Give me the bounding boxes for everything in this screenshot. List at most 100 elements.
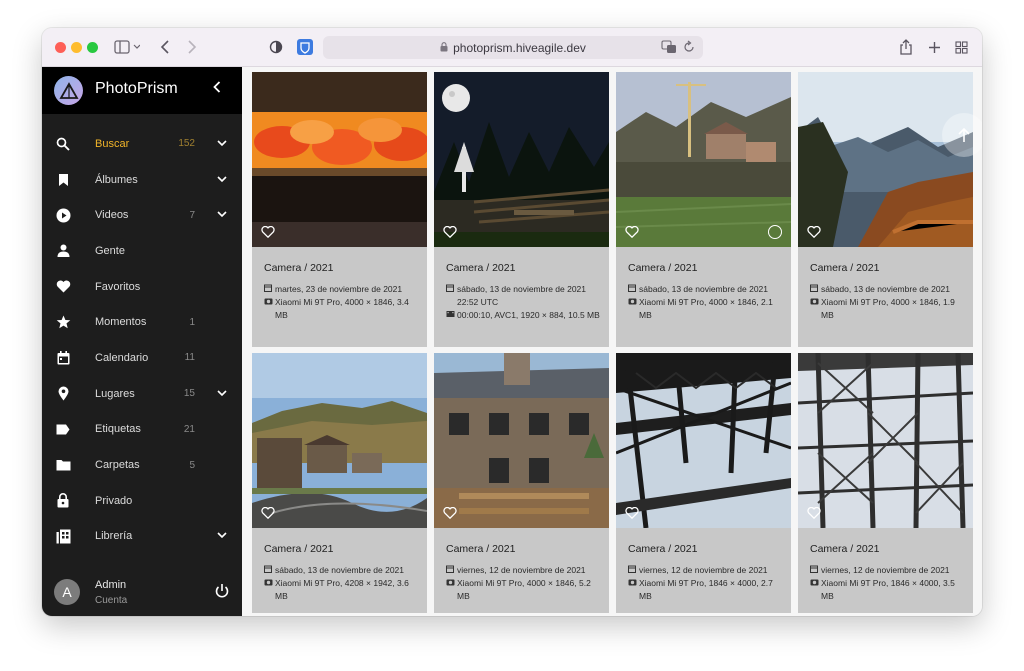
photo-title[interactable]: Camera / 2021 xyxy=(264,262,333,274)
avatar[interactable]: A xyxy=(54,579,80,605)
photo-meta: sábado, 13 de noviembre de 2021 22:52 UT… xyxy=(446,283,602,322)
collapse-sidebar-icon[interactable] xyxy=(212,80,222,99)
calendar-text: viernes, 12 de noviembre de 2021 xyxy=(821,565,950,575)
photo-title[interactable]: Camera / 2021 xyxy=(810,543,879,555)
photo-card[interactable]: Camera / 2021 viernes, 12 de noviembre de… xyxy=(616,353,791,613)
account-panel[interactable]: A Admin Cuenta xyxy=(42,567,242,616)
sidebar-item-label: Favoritos xyxy=(95,280,141,293)
select-circle-icon[interactable] xyxy=(768,225,782,239)
url-text: photoprism.hiveagile.dev xyxy=(453,40,586,55)
photo-thumbnail[interactable] xyxy=(434,72,609,247)
minimize-window-button[interactable] xyxy=(71,42,82,53)
photo-meta: viernes, 12 de noviembre de 2021 Xiaomi M… xyxy=(628,564,784,603)
calendar-icon xyxy=(446,564,457,577)
sidebar-item-label: Privado xyxy=(95,494,133,507)
account-link[interactable]: Cuenta xyxy=(95,595,127,606)
photo-meta: viernes, 12 de noviembre de 2021 Xiaomi M… xyxy=(446,564,602,603)
chevron-down-icon[interactable] xyxy=(217,388,227,400)
camera-icon xyxy=(628,577,639,603)
photoprism-logo-icon[interactable] xyxy=(54,76,83,105)
photo-card[interactable]: Camera / 2021 sábado, 13 de noviembre de … xyxy=(798,72,973,347)
sidebar-item-momentos[interactable]: Momentos 1 xyxy=(42,304,242,340)
camera-text: Xiaomi Mi 9T Pro, 4000 × 1846, 3.4 MB xyxy=(275,297,409,320)
tab-overview-icon[interactable] xyxy=(955,37,968,57)
chevron-down-icon[interactable] xyxy=(217,209,227,221)
photo-thumbnail[interactable] xyxy=(798,72,973,247)
photo-card[interactable]: Camera / 2021 sábado, 13 de noviembre de … xyxy=(252,353,427,613)
camera-text: Xiaomi Mi 9T Pro, 1846 × 4000, 2.7 MB xyxy=(639,578,773,601)
address-bar[interactable]: photoprism.hiveagile.dev xyxy=(323,36,703,59)
reload-icon[interactable] xyxy=(683,40,695,57)
power-icon[interactable] xyxy=(214,583,230,604)
sidebar-item-count: 15 xyxy=(183,388,195,400)
calendar-text: sábado, 13 de noviembre de 2021 xyxy=(639,284,769,294)
photo-title[interactable]: Camera / 2021 xyxy=(446,262,515,274)
sidebar-item-libreria[interactable]: Librería xyxy=(42,519,242,555)
favorite-heart-icon[interactable] xyxy=(443,225,457,243)
sidebar-item-count: 152 xyxy=(178,138,195,150)
translate-icon[interactable] xyxy=(661,40,677,57)
close-window-button[interactable] xyxy=(55,42,66,53)
sidebar-item-lugares[interactable]: Lugares 15 xyxy=(42,376,242,412)
sidebar-item-videos[interactable]: Videos 7 xyxy=(42,197,242,233)
privacy-shield-icon[interactable] xyxy=(269,37,283,57)
favorite-heart-icon[interactable] xyxy=(625,225,639,243)
photo-title[interactable]: Camera / 2021 xyxy=(628,262,697,274)
photo-grid: Camera / 2021 martes, 23 de noviembre de … xyxy=(242,67,982,616)
scroll-to-top-button[interactable] xyxy=(942,113,982,157)
favorite-heart-icon[interactable] xyxy=(261,506,275,524)
photo-thumbnail[interactable] xyxy=(252,72,427,247)
calendar-icon xyxy=(55,350,71,366)
calendar-icon xyxy=(810,283,821,296)
photo-card[interactable]: Camera / 2021 sábado, 13 de noviembre de … xyxy=(616,72,791,347)
sidebar-item-buscar[interactable]: Buscar 152 xyxy=(42,126,242,162)
video-text: 00:00:10, AVC1, 1920 × 884, 10.5 MB xyxy=(457,310,600,320)
chevron-down-icon[interactable] xyxy=(217,174,227,186)
sidebar-item-gente[interactable]: Gente xyxy=(42,233,242,269)
chevron-down-icon[interactable] xyxy=(217,530,227,542)
photo-thumbnail[interactable] xyxy=(434,353,609,528)
camera-icon xyxy=(446,577,457,603)
zoom-window-button[interactable] xyxy=(87,42,98,53)
sidebar-toggle-icon[interactable] xyxy=(114,37,140,57)
sidebar-item-calendario[interactable]: Calendario 11 xyxy=(42,340,242,376)
photo-card[interactable]: Camera / 2021 viernes, 12 de noviembre de… xyxy=(434,353,609,613)
favorite-heart-icon[interactable] xyxy=(807,506,821,524)
new-tab-icon[interactable] xyxy=(928,37,941,57)
back-icon[interactable] xyxy=(160,37,170,57)
photo-card[interactable]: Camera / 2021 viernes, 12 de noviembre de… xyxy=(798,353,973,613)
photo-thumbnail[interactable] xyxy=(252,353,427,528)
photo-card[interactable]: Camera / 2021 sábado, 13 de noviembre de … xyxy=(434,72,609,347)
photo-thumbnail[interactable] xyxy=(798,353,973,528)
sidebar-item-albumes[interactable]: Álbumes xyxy=(42,162,242,198)
sidebar-item-carpetas[interactable]: Carpetas 5 xyxy=(42,447,242,483)
sidebar-item-etiquetas[interactable]: Etiquetas 21 xyxy=(42,412,242,448)
camera-icon xyxy=(810,296,821,322)
sidebar-item-label: Álbumes xyxy=(95,173,138,186)
password-manager-icon[interactable] xyxy=(297,37,313,57)
photo-title[interactable]: Camera / 2021 xyxy=(264,543,333,555)
label-icon xyxy=(55,421,71,437)
favorite-heart-icon[interactable] xyxy=(261,225,275,243)
photo-title[interactable]: Camera / 2021 xyxy=(446,543,515,555)
sidebar-item-favoritos[interactable]: Favoritos xyxy=(42,269,242,305)
photo-card[interactable]: Camera / 2021 martes, 23 de noviembre de … xyxy=(252,72,427,347)
forward-icon[interactable] xyxy=(187,37,197,57)
photo-thumbnail[interactable] xyxy=(616,353,791,528)
photo-meta: sábado, 13 de noviembre de 2021 Xiaomi Mi… xyxy=(628,283,784,322)
photo-title[interactable]: Camera / 2021 xyxy=(628,543,697,555)
chevron-down-icon[interactable] xyxy=(217,138,227,150)
photo-title[interactable]: Camera / 2021 xyxy=(810,262,879,274)
calendar-icon xyxy=(810,564,821,577)
browser-toolbar: photoprism.hiveagile.dev xyxy=(42,28,982,67)
share-icon[interactable] xyxy=(900,37,912,57)
sidebar-item-privado[interactable]: Privado xyxy=(42,483,242,519)
calendar-icon xyxy=(264,564,275,577)
sidebar-nav: Buscar 152 Álbumes Videos 7 Gente Favoritos Mom… xyxy=(42,126,242,554)
photo-thumbnail[interactable] xyxy=(616,72,791,247)
lock-icon xyxy=(440,41,448,55)
favorite-heart-icon[interactable] xyxy=(807,225,821,243)
favorite-heart-icon[interactable] xyxy=(625,506,639,524)
favorite-heart-icon[interactable] xyxy=(443,506,457,524)
photo-meta: sábado, 13 de noviembre de 2021 Xiaomi Mi… xyxy=(810,283,966,322)
